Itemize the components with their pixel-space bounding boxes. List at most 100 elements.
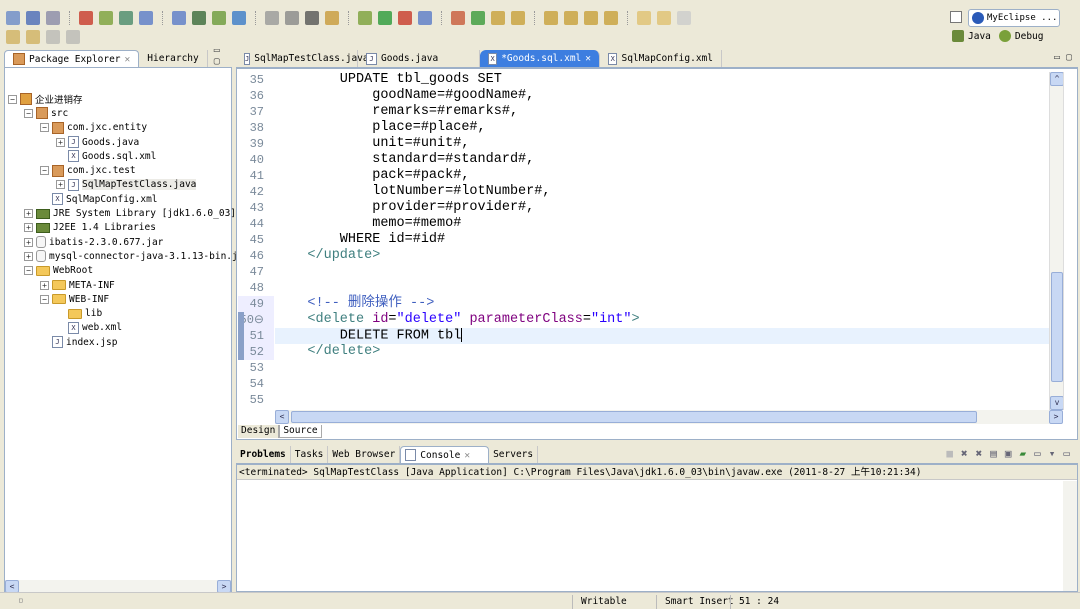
toolbar-button-icon[interactable] bbox=[46, 11, 60, 25]
view-minmax[interactable]: ▭ ▢ bbox=[208, 45, 232, 67]
toolbar-button-icon[interactable] bbox=[325, 11, 339, 25]
toolbar-button-icon[interactable] bbox=[378, 11, 392, 25]
toolbar-button-icon[interactable] bbox=[418, 11, 432, 25]
toolbar-button-icon[interactable] bbox=[6, 11, 20, 25]
tab-servers[interactable]: Servers bbox=[489, 446, 539, 463]
tree-item[interactable]: + mysql-connector-java-3.1.13-bin.ja bbox=[8, 249, 243, 263]
expand-icon[interactable]: + bbox=[40, 280, 49, 290]
tree-item[interactable]: − src bbox=[8, 106, 243, 120]
code-line[interactable]: pack=#pack#, bbox=[275, 168, 1049, 184]
tree-item[interactable]: Xweb.xml bbox=[8, 321, 243, 335]
close-icon[interactable]: ✕ bbox=[464, 450, 470, 461]
perspective-debug[interactable]: Debug bbox=[1015, 31, 1044, 42]
code-line[interactable]: WHERE id=#id# bbox=[275, 232, 1049, 248]
collapse-icon[interactable]: − bbox=[24, 266, 33, 276]
toolbar-button-icon[interactable] bbox=[265, 11, 279, 25]
editor-vscrollbar[interactable]: ^ v bbox=[1049, 72, 1064, 410]
code-line[interactable]: goodName=#goodName#, bbox=[275, 88, 1049, 104]
code-line[interactable]: memo=#memo# bbox=[275, 216, 1049, 232]
console-vscrollbar[interactable] bbox=[1063, 481, 1077, 591]
code-line[interactable]: place=#place#, bbox=[275, 120, 1049, 136]
minimize-icon[interactable]: ▭ bbox=[1063, 447, 1070, 460]
vscroll-thumb[interactable] bbox=[1051, 272, 1063, 382]
tree-item[interactable]: + ibatis-2.3.0.677.jar bbox=[8, 235, 243, 249]
toolbar-button-icon[interactable] bbox=[584, 11, 598, 25]
editor-tab-sqlmaptestclass-java[interactable]: J SqlMapTestClass.java bbox=[236, 50, 369, 67]
toolbar-button-icon[interactable] bbox=[79, 11, 93, 25]
toolbar-button-icon[interactable] bbox=[6, 30, 20, 44]
toolbar-button-icon[interactable] bbox=[139, 11, 153, 25]
editor-tab-goods-sql-xml[interactable]: X *Goods.sql.xml ✕ bbox=[480, 50, 600, 67]
remove-launch-icon[interactable]: ✖ bbox=[961, 447, 968, 460]
tree-item[interactable]: + J Goods.java bbox=[8, 135, 243, 149]
code-editor[interactable]: UPDATE tbl_goods SET goodName=#goodName#… bbox=[275, 72, 1049, 410]
code-line[interactable] bbox=[275, 360, 1049, 376]
toolbar-button-icon[interactable] bbox=[99, 11, 113, 25]
tab-design[interactable]: Design bbox=[238, 425, 280, 438]
code-line[interactable]: <!-- 删除操作 --> bbox=[275, 296, 1049, 312]
code-line[interactable]: DELETE FROM tbl bbox=[275, 328, 1049, 344]
toolbar-button-icon[interactable] bbox=[471, 11, 485, 25]
code-line[interactable]: </delete> bbox=[275, 344, 1049, 360]
close-icon[interactable]: ✕ bbox=[125, 54, 131, 65]
perspective-java[interactable]: Java bbox=[968, 31, 991, 42]
tab-problems[interactable]: Problems bbox=[236, 446, 291, 463]
tab-hierarchy[interactable]: Hierarchy bbox=[139, 50, 208, 67]
tab-tasks[interactable]: Tasks bbox=[291, 446, 329, 463]
tree-item[interactable]: X SqlMapConfig.xml bbox=[8, 192, 243, 206]
toolbar-button-icon[interactable] bbox=[637, 11, 651, 25]
toolbar-button-icon[interactable] bbox=[26, 30, 40, 44]
terminate-icon[interactable]: ■ bbox=[946, 447, 953, 460]
code-line[interactable]: standard=#standard#, bbox=[275, 152, 1049, 168]
editor-minmax[interactable]: ▭ ▢ bbox=[1054, 52, 1072, 63]
toolbar-button-icon[interactable] bbox=[511, 11, 525, 25]
collapse-icon[interactable]: − bbox=[24, 108, 33, 118]
toolbar-button-icon[interactable] bbox=[564, 11, 578, 25]
code-line[interactable]: remarks=#remarks#, bbox=[275, 104, 1049, 120]
code-line[interactable]: UPDATE tbl_goods SET bbox=[275, 72, 1049, 88]
collapse-icon[interactable]: − bbox=[40, 123, 49, 133]
code-line[interactable] bbox=[275, 264, 1049, 280]
collapse-icon[interactable] bbox=[66, 30, 80, 44]
tab-source[interactable]: Source bbox=[279, 425, 322, 438]
tree-item[interactable]: − 企业进销存 bbox=[8, 92, 243, 106]
collapse-icon[interactable]: − bbox=[8, 94, 17, 104]
collapse-icon[interactable]: − bbox=[40, 294, 49, 304]
toolbar-button-icon[interactable] bbox=[232, 11, 246, 25]
toolbar-button-icon[interactable] bbox=[192, 11, 206, 25]
toolbar-button-icon[interactable] bbox=[285, 11, 299, 25]
code-line[interactable]: </update> bbox=[275, 248, 1049, 264]
code-line[interactable]: lotNumber=#lotNumber#, bbox=[275, 184, 1049, 200]
toolbar-button-icon[interactable] bbox=[451, 11, 465, 25]
expand-icon[interactable]: + bbox=[24, 251, 33, 261]
toolbar-button-icon[interactable] bbox=[119, 11, 133, 25]
toolbar-button-icon[interactable] bbox=[398, 11, 412, 25]
toolbar-button-icon[interactable] bbox=[657, 11, 671, 25]
tab-web-browser[interactable]: Web Browser bbox=[328, 446, 401, 463]
scroll-lock-icon[interactable]: ▤ bbox=[990, 447, 997, 460]
tree-item[interactable]: lib bbox=[8, 306, 243, 320]
tree-item[interactable]: − WebRoot bbox=[8, 264, 243, 278]
expand-icon[interactable] bbox=[46, 30, 60, 44]
close-icon[interactable]: ✕ bbox=[585, 53, 591, 64]
debug-bug-icon[interactable] bbox=[998, 30, 1011, 42]
code-line[interactable]: unit=#unit#, bbox=[275, 136, 1049, 152]
editor-tab-goods-java[interactable]: J Goods.java bbox=[358, 50, 480, 67]
open-console-icon[interactable]: ▾ bbox=[1049, 447, 1056, 460]
toolbar-button-icon[interactable] bbox=[491, 11, 505, 25]
pin-console-icon[interactable]: ▰ bbox=[1020, 447, 1027, 460]
expand-icon[interactable]: + bbox=[56, 137, 65, 147]
tree-item[interactable]: + JRE System Library [jdk1.6.0_03] bbox=[8, 206, 243, 220]
code-line[interactable] bbox=[275, 280, 1049, 296]
toolbar-button-icon[interactable] bbox=[677, 11, 691, 25]
java-perspective-icon[interactable] bbox=[952, 30, 964, 42]
show-console-icon[interactable]: ▣ bbox=[1005, 447, 1012, 460]
tree-item[interactable]: − com.jxc.entity bbox=[8, 121, 243, 135]
tree-item[interactable]: + J SqlMapTestClass.java bbox=[8, 178, 243, 192]
hscroll-thumb[interactable] bbox=[291, 411, 977, 423]
tab-console[interactable]: Console ✕ bbox=[400, 446, 490, 463]
remove-all-icon[interactable]: ✖ bbox=[976, 447, 983, 460]
tree-item[interactable]: X Goods.sql.xml bbox=[8, 149, 243, 163]
display-console-icon[interactable]: ▭ bbox=[1034, 447, 1041, 460]
code-line[interactable]: provider=#provider#, bbox=[275, 200, 1049, 216]
